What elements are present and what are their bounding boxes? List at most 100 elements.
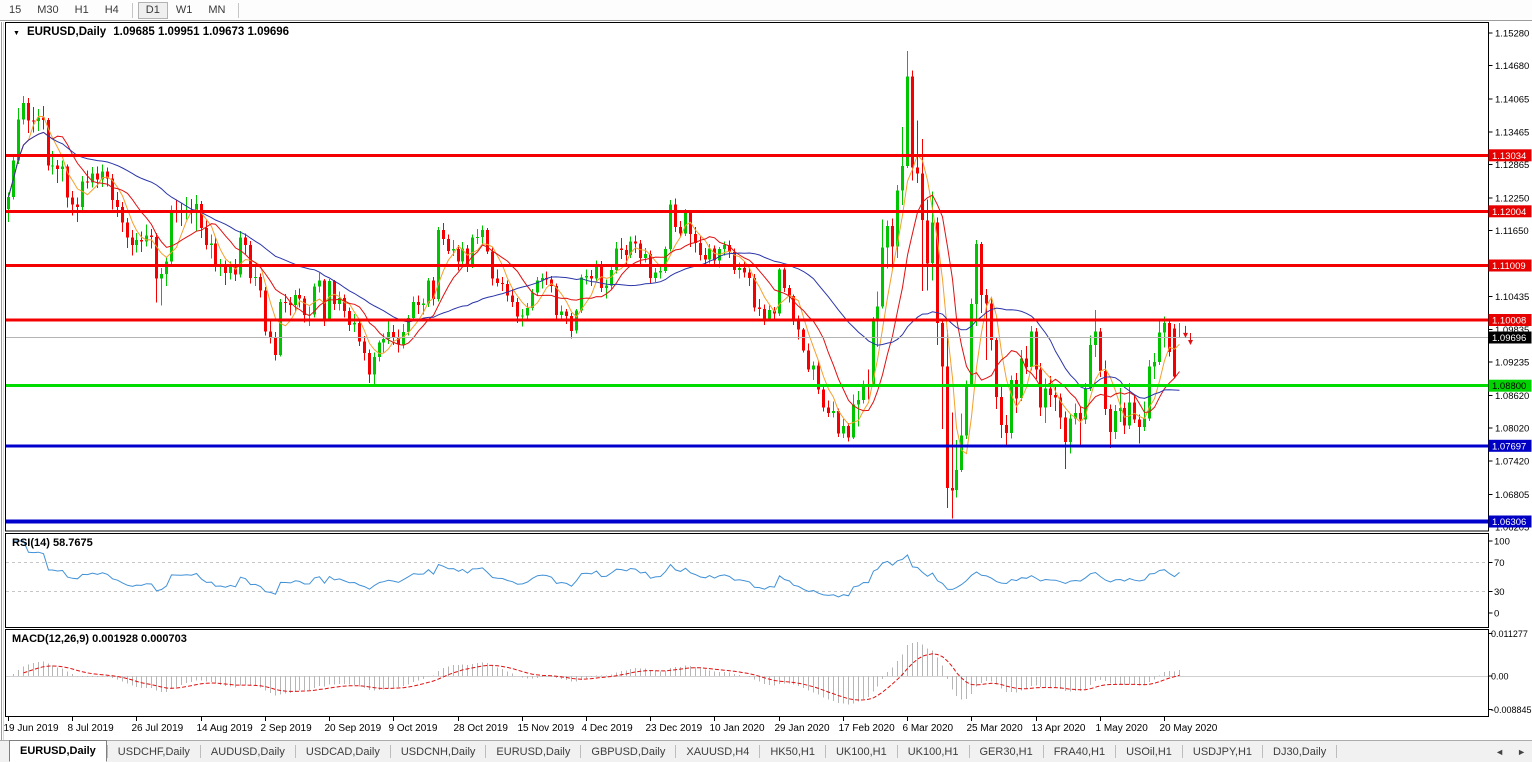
candle-up [254,277,257,278]
candle-up [294,295,297,305]
timeframe-toolbar: 15M30H1H4 D1W1MN [0,0,1532,21]
candle-down [748,273,751,278]
candle-up [353,323,356,325]
candle-down [298,295,301,299]
candle-up [1069,418,1072,441]
candle-up [521,316,524,317]
date-tick-label: 15 Nov 2019 [518,723,575,734]
candle-down [837,411,840,434]
tab-scroll-left-icon[interactable]: ◄ [1495,747,1504,757]
price-tick-label: 1.10435 [1495,292,1529,303]
price-tick-label: 1.11650 [1495,226,1529,237]
candle-down [224,266,227,273]
symbol-tab-uk100-h1[interactable]: UK100,H1 [826,741,897,762]
candle-down [1138,420,1141,428]
candle-down [264,291,267,332]
candle-down [496,279,499,283]
symbol-tab-usoil-h1[interactable]: USOil,H1 [1116,741,1182,762]
symbol-tab-usdjpy-h1[interactable]: USDJPY,H1 [1183,741,1262,762]
date-tick-label: 1 May 2020 [1096,723,1149,734]
candle-down [590,276,593,279]
rsi-axis-label: 30 [1494,587,1505,598]
timeframe-button-w1[interactable]: W1 [168,2,201,19]
timeframe-button-mn[interactable]: MN [200,2,233,19]
symbol-tab-usdcnh-daily[interactable]: USDCNH,Daily [391,741,486,762]
chart-dropdown-icon[interactable]: ▼ [13,30,20,37]
candle-down [941,323,944,367]
symbol-tab-usdcad-daily[interactable]: USDCAD,Daily [296,741,390,762]
candle-down [555,286,558,315]
date-axis: 19 Jun 20198 Jul 201926 Jul 201914 Aug 2… [4,717,1218,734]
timeframe-button-m30[interactable]: M30 [29,2,66,19]
timeframe-button-h4[interactable]: H4 [97,2,127,19]
chart-canvas[interactable]: 1.152801.146801.140651.134651.128651.122… [0,0,1532,762]
candle-down [131,238,134,245]
candle-up [901,166,904,191]
symbol-tab-audusd-daily[interactable]: AUDUSD,Daily [201,741,295,762]
symbol-tab-dj30-daily[interactable]: DJ30,Daily [1263,741,1336,762]
candle-down [457,249,460,262]
timeframe-button-15[interactable]: 15 [1,2,29,19]
candle-up [412,302,415,318]
symbol-tab-eurusd-daily[interactable]: EURUSD,Daily [9,740,107,762]
rsi-indicator-label: RSI(14) 58.7675 [12,537,93,549]
svg-text:1.11009: 1.11009 [1492,261,1526,272]
candle-up [1094,331,1097,345]
candle-up [812,366,815,370]
chart-legend: ▼ EURUSD,Daily 1.09685 1.09951 1.09673 1… [13,26,289,38]
date-tick-label: 13 Apr 2020 [1032,723,1086,734]
candle-up [684,213,687,233]
symbol-tab-hk50-h1[interactable]: HK50,H1 [760,741,825,762]
timeframe-button-d1[interactable]: D1 [138,2,168,19]
price-tick-label: 1.07420 [1495,456,1529,467]
date-tick-label: 9 Oct 2019 [389,723,438,734]
symbol-tab-ger30-h1[interactable]: GER30,H1 [970,741,1043,762]
symbol-tab-fra40-h1[interactable]: FRA40,H1 [1044,741,1115,762]
candle-down [511,295,514,302]
tab-scroll-right-icon[interactable]: ► [1517,747,1526,757]
candle-up [862,385,865,400]
candle-down [116,200,119,207]
symbol-tab-gbpusd-daily[interactable]: GBPUSD,Daily [581,741,675,762]
candle-down [1049,389,1052,396]
symbol-tab-usdchf-daily[interactable]: USDCHF,Daily [108,741,200,762]
candle-down [783,269,786,288]
level-price-label: 1.13034 [1489,149,1532,162]
candle-up [1030,331,1033,367]
svg-text:1.13034: 1.13034 [1492,151,1526,162]
candle-down [797,322,800,330]
candle-up [373,357,376,374]
symbol-tab-uk100-h1[interactable]: UK100,H1 [898,741,969,762]
candle-down [506,284,509,295]
timeframe-button-h1[interactable]: H1 [67,2,97,19]
candle-up [210,244,213,245]
level-price-label: 1.10008 [1489,314,1532,327]
symbol-tab-xauusd-h4[interactable]: XAUUSD,H4 [676,741,759,762]
candle-down [150,236,153,238]
candle-down [827,408,830,413]
price-tick-label: 1.14680 [1495,61,1529,72]
candle-up [61,166,64,169]
candle-up [1158,332,1161,361]
candle-up [931,222,934,263]
candle-up [51,165,54,166]
candle-down [600,264,603,288]
candle-down [259,277,262,291]
candle-down [634,242,637,244]
candle-down [679,227,682,234]
candle-down [822,390,825,408]
date-tick-label: 25 Mar 2020 [967,723,1024,734]
candle-up [476,237,479,238]
candle-down [916,168,919,174]
rsi-axis-label: 0 [1494,609,1499,620]
candle-down [921,173,924,220]
date-tick-label: 17 Feb 2020 [839,723,896,734]
candle-up [279,302,282,355]
date-tick-label: 14 Aug 2019 [197,723,254,734]
candle-down [121,207,124,222]
candle-up [22,103,25,119]
price-tick-label: 1.15280 [1495,29,1529,40]
candle-down [926,220,929,263]
symbol-tab-eurusd-daily[interactable]: EURUSD,Daily [486,741,580,762]
candle-down [1054,395,1057,398]
